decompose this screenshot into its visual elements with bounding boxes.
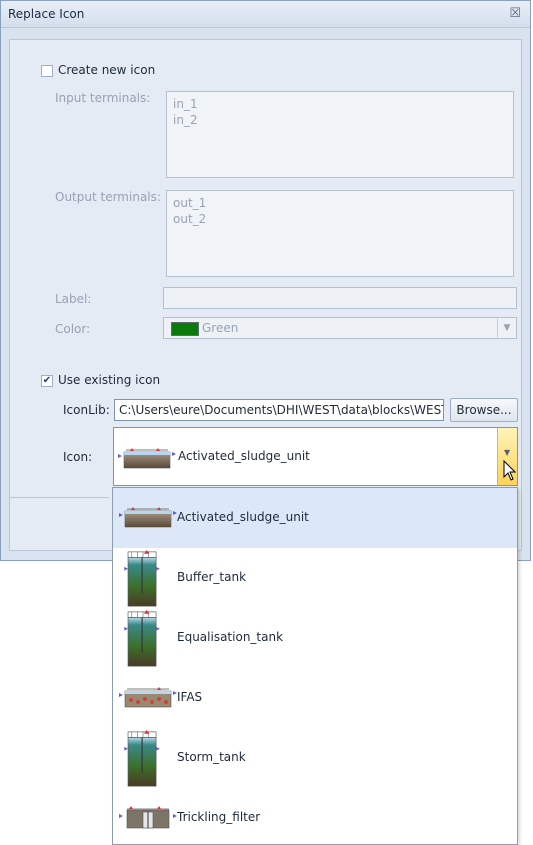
list-item-equalisation-tank[interactable]: Equalisation_tank xyxy=(113,608,517,668)
list-item-activated-sludge-unit[interactable]: Activated_sludge_unit xyxy=(113,488,517,548)
chevron-down-icon: ▼ xyxy=(504,448,511,457)
list-item-trickling-filter[interactable]: Trickling_filter xyxy=(113,788,517,845)
label-input xyxy=(163,287,517,309)
output-terminals-label: Output terminals: xyxy=(55,190,161,204)
color-label: Color: xyxy=(55,322,91,336)
output-terminal-item: out_2 xyxy=(173,212,207,226)
create-new-icon-label: Create new icon xyxy=(58,63,156,77)
list-item-buffer-tank[interactable]: Buffer_tank xyxy=(113,548,517,608)
storm-tank-icon xyxy=(123,730,163,788)
dialog-title: Replace Icon xyxy=(8,7,85,21)
input-terminals-field: in_1 in_2 xyxy=(166,91,514,178)
use-existing-icon-checkbox[interactable]: ✔ xyxy=(41,375,53,387)
trickling-filter-icon xyxy=(119,806,179,830)
list-item-storm-tank[interactable]: Storm_tank xyxy=(113,728,517,788)
icon-dropdown-list[interactable]: Activated_sludge_unit Buffer_tank Equali… xyxy=(112,487,518,845)
output-terminal-item: out_1 xyxy=(173,196,207,210)
icon-label: Icon: xyxy=(63,450,93,464)
use-existing-icon-label: Use existing icon xyxy=(58,373,161,387)
close-icon[interactable]: ☒ xyxy=(509,6,521,21)
chevron-down-icon: ▼ xyxy=(497,318,516,338)
title-bar: Replace Icon ☒ xyxy=(1,1,530,28)
activated-sludge-icon xyxy=(118,448,178,470)
list-item-label: Buffer_tank xyxy=(177,570,247,584)
output-terminals-field: out_1 out_2 xyxy=(166,190,514,277)
list-item-label: Activated_sludge_unit xyxy=(177,510,309,524)
icon-select-value: Activated_sludge_unit xyxy=(178,449,310,463)
input-terminals-label: Input terminals: xyxy=(55,91,151,105)
icon-select[interactable]: Activated_sludge_unit ▼ xyxy=(113,427,518,486)
browse-button[interactable]: Browse... xyxy=(450,398,518,422)
input-terminal-item: in_2 xyxy=(173,113,198,127)
ifas-icon xyxy=(119,687,179,709)
activated-sludge-icon xyxy=(119,507,179,529)
mouse-cursor-icon xyxy=(503,460,517,481)
iconlib-label: IconLib: xyxy=(63,403,110,417)
list-item-label: IFAS xyxy=(177,690,203,704)
equalisation-tank-icon xyxy=(123,610,163,668)
list-item-ifas[interactable]: IFAS xyxy=(113,668,517,728)
list-item-label: Trickling_filter xyxy=(177,810,261,824)
create-new-icon-checkbox[interactable] xyxy=(41,65,53,77)
divider xyxy=(9,497,109,498)
iconlib-path-input[interactable]: C:\Users\eure\Documents\DHI\WEST\data\bl… xyxy=(114,399,444,421)
buffer-tank-icon xyxy=(123,550,163,608)
label-field-label: Label: xyxy=(55,292,92,306)
color-value: Green xyxy=(202,321,239,335)
input-terminal-item: in_1 xyxy=(173,97,198,111)
list-item-label: Storm_tank xyxy=(177,750,246,764)
color-swatch xyxy=(171,322,199,336)
color-select: Green ▼ xyxy=(163,317,517,339)
list-item-label: Equalisation_tank xyxy=(177,630,284,644)
